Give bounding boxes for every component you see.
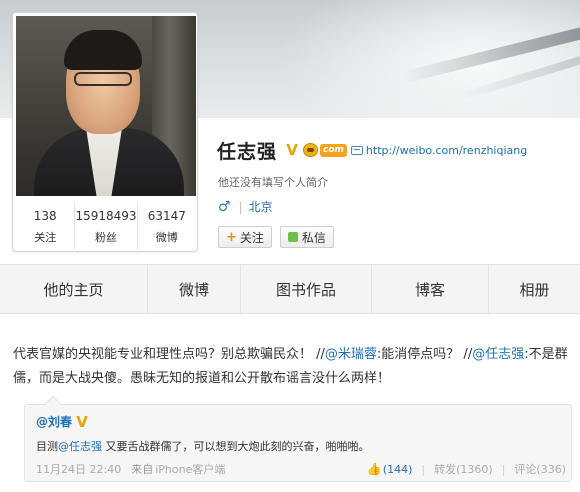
stat-label: 粉丝 (95, 231, 117, 244)
profile-meta: ♂ | 北京 (218, 198, 273, 215)
post-text: 代表官媒的央视能专业和理性点吗？别总欺骗民众！ //@米瑞蓉:能消停点吗？ //… (13, 343, 568, 391)
repost-client[interactable]: iPhone客户端 (155, 461, 225, 477)
message-label: 私信 (301, 230, 326, 245)
repost-segment: 目测 (36, 440, 58, 453)
tab-blog[interactable]: 博客 (371, 265, 488, 313)
repost-footer: 11月24日 22:40 来自 iPhone客户端 👍 (144) | 转发(1… (36, 461, 566, 477)
banner-glow (260, 0, 580, 118)
location-link[interactable]: 北京 (249, 198, 273, 215)
profile-header: 任志强 V com http://weibo.com/renzhiqiang (217, 138, 527, 163)
profile-name: 任志强 (217, 140, 278, 163)
vip-icon[interactable] (303, 143, 319, 157)
repost-author-link[interactable]: @刘春 (36, 413, 72, 430)
mention-link[interactable]: @任志强 (58, 440, 102, 453)
repost-author: @刘春 V (36, 413, 89, 431)
repost-text: 目测@任志强 又要舌战群儒了，可以想到大炮此刻的兴奋，啪啪啪。 (36, 438, 370, 454)
tab-album[interactable]: 相册 (488, 265, 580, 313)
profile-url[interactable]: http://weibo.com/renzhiqiang (366, 144, 527, 157)
tab-books[interactable]: 图书作品 (240, 265, 371, 313)
plus-icon: + (226, 229, 237, 245)
stat-value: 63147 (147, 209, 186, 223)
repost-segment: 又要舌战群儒了，可以想到大炮此刻的兴奋，啪啪啪。 (102, 440, 370, 453)
stat-posts[interactable]: 63147 微博 (136, 203, 196, 249)
comment-count-link[interactable]: 评论(336) (514, 461, 566, 477)
avatar[interactable] (16, 16, 196, 196)
profile-tabs: 他的主页 微博 图书作品 博客 相册 (0, 264, 580, 314)
post-segment: 代表官媒的央视能专业和理性点吗？别总欺骗民众！ // (13, 347, 325, 362)
link-icon (350, 145, 363, 155)
follow-button[interactable]: + 关注 (218, 226, 272, 248)
profile-actions: + 关注 私信 (218, 226, 342, 248)
like-count[interactable]: (144) (383, 463, 413, 476)
mention-link[interactable]: @米瑞蓉 (325, 347, 377, 362)
profile-stats: 138 关注 15918493 粉丝 63147 微博 (16, 203, 196, 249)
divider: | (501, 462, 506, 476)
message-icon (287, 232, 298, 242)
stat-value: 138 (33, 209, 57, 223)
post-segment: :能消停点吗？ // (376, 347, 473, 362)
mention-link[interactable]: @任志强 (472, 347, 524, 362)
like-icon[interactable]: 👍 (367, 462, 382, 476)
repost-count-link[interactable]: 转发(1360) (434, 461, 493, 477)
stat-label: 微博 (155, 231, 178, 244)
message-button[interactable]: 私信 (279, 226, 334, 248)
repost-time[interactable]: 11月24日 22:40 (36, 461, 121, 477)
profile-url-link[interactable]: http://weibo.com/renzhiqiang (350, 144, 527, 157)
male-icon: ♂ (218, 198, 231, 215)
divider: | (421, 462, 426, 476)
stat-label: 关注 (34, 231, 57, 244)
repost-from-label: 来自 (131, 463, 154, 476)
follow-label: 关注 (239, 230, 264, 245)
tab-home[interactable]: 他的主页 (0, 265, 147, 313)
com-badge[interactable]: com (320, 143, 347, 157)
repost-box: @刘春 V 目测@任志强 又要舌战群儒了，可以想到大炮此刻的兴奋，啪啪啪。 11… (24, 395, 572, 482)
verified-icon[interactable]: V (75, 413, 89, 431)
profile-bio: 他还没有填写个人简介 (218, 176, 328, 189)
tab-weibo[interactable]: 微博 (147, 265, 240, 313)
verified-icon[interactable]: V (285, 141, 299, 159)
divider: | (238, 199, 243, 214)
profile-card: 138 关注 15918493 粉丝 63147 微博 (12, 12, 198, 252)
stat-value: 15918493 (75, 209, 137, 223)
stat-followers[interactable]: 15918493 粉丝 (74, 203, 137, 249)
repost-actions: 👍 (144) | 转发(1360) | 评论(336) (367, 461, 566, 477)
stat-following[interactable]: 138 关注 (16, 203, 74, 249)
